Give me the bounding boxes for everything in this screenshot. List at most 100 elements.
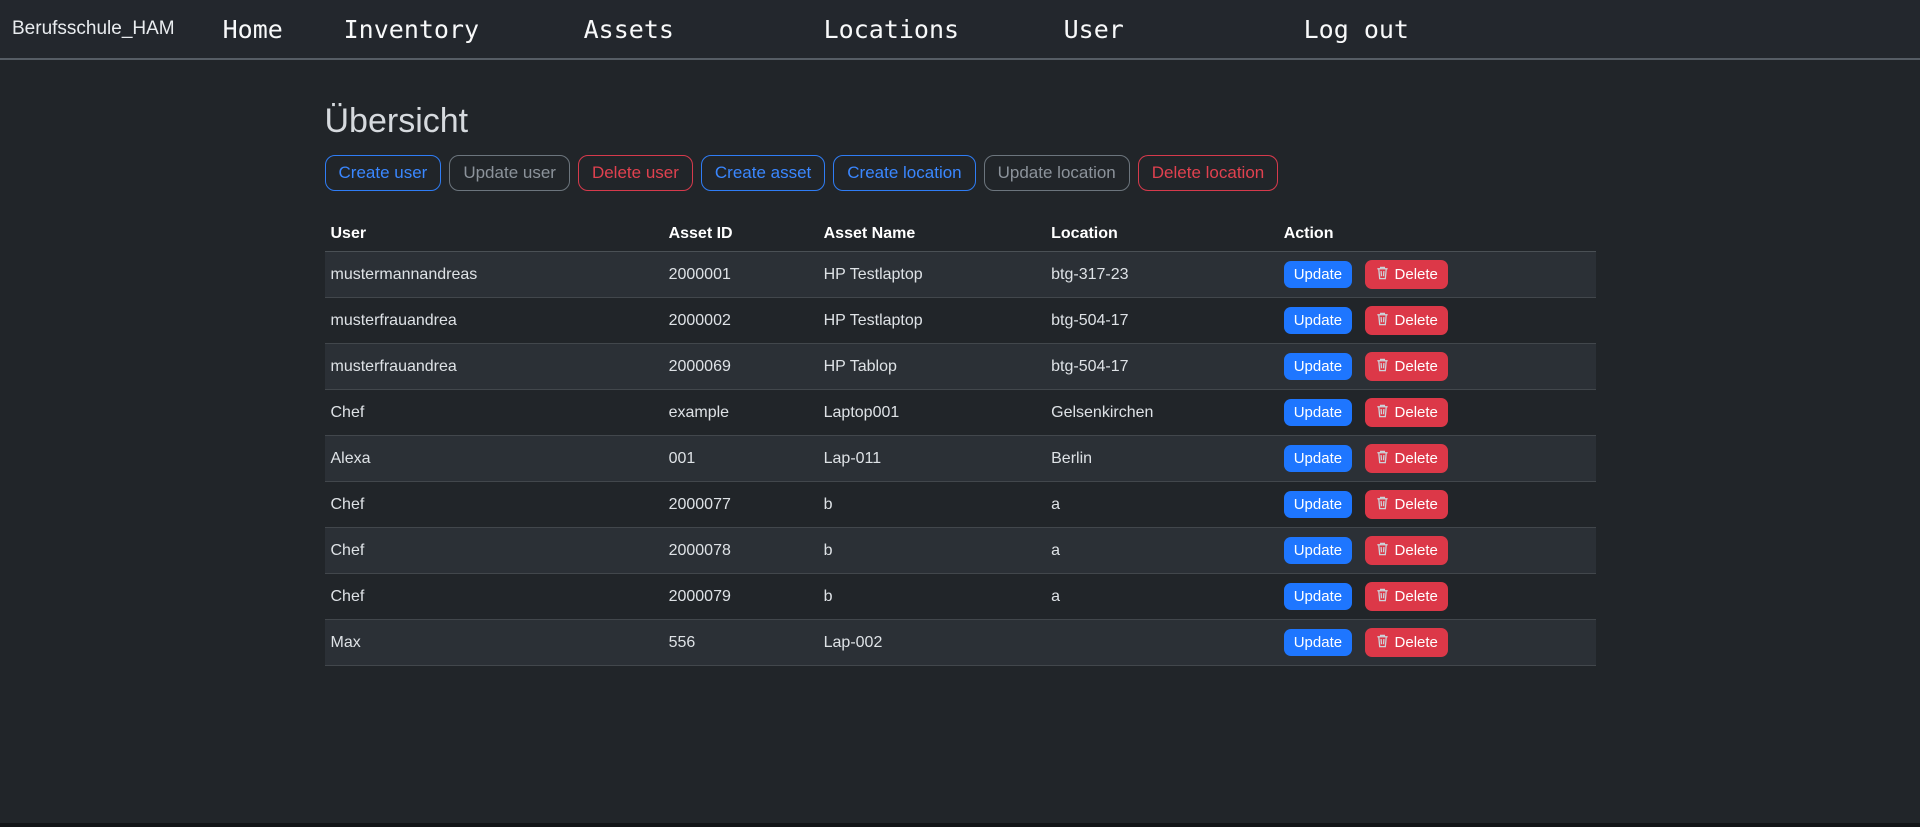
table-header-cell: User (325, 219, 663, 252)
table-row: Alexa 001 Lap-011 Berlin Update (325, 436, 1596, 482)
cell-asset-id: 2000069 (663, 344, 818, 390)
update-button[interactable]: Update (1284, 491, 1352, 518)
cell-asset-id: 2000001 (663, 252, 818, 298)
delete-button-label: Delete (1395, 496, 1438, 513)
cell-action: Update Delete (1278, 390, 1596, 436)
cell-user: Alexa (325, 436, 663, 482)
cell-action: Update Delete (1278, 574, 1596, 620)
cell-user: Chef (325, 528, 663, 574)
nav-item: Inventory (344, 15, 584, 44)
cell-asset-name: HP Testlaptop (818, 298, 1046, 344)
cell-asset-id: 2000002 (663, 298, 818, 344)
table-header-cell: Action (1278, 219, 1596, 252)
toolbar-button[interactable]: Create asset (701, 155, 825, 191)
delete-button[interactable]: Delete (1365, 536, 1448, 565)
delete-button[interactable]: Delete (1365, 398, 1448, 427)
table-row: musterfrauandrea 2000069 HP Tablop btg-5… (325, 344, 1596, 390)
cell-asset-name: Lap-011 (818, 436, 1046, 482)
cell-asset-name: b (818, 574, 1046, 620)
delete-button[interactable]: Delete (1365, 628, 1448, 657)
delete-button[interactable]: Delete (1365, 260, 1448, 289)
cell-location: a (1045, 528, 1278, 574)
update-button[interactable]: Update (1284, 399, 1352, 426)
update-button[interactable]: Update (1284, 537, 1352, 564)
nav-link[interactable]: Home (223, 15, 283, 44)
cell-asset-id: 556 (663, 620, 818, 666)
delete-button[interactable]: Delete (1365, 352, 1448, 381)
update-button[interactable]: Update (1284, 445, 1352, 472)
cell-location: a (1045, 574, 1278, 620)
nav-item: User (1064, 15, 1304, 44)
trash-icon (1375, 587, 1390, 606)
nav-link[interactable]: Log out (1304, 15, 1409, 44)
trash-icon (1375, 265, 1390, 284)
update-button[interactable]: Update (1284, 307, 1352, 334)
table-header-cell: Asset Name (818, 219, 1046, 252)
nav-item: Home (223, 15, 344, 44)
toolbar-button[interactable]: Update location (984, 155, 1130, 191)
trash-icon (1375, 311, 1390, 330)
nav-item: Assets (584, 15, 824, 44)
table-row: mustermannandreas 2000001 HP Testlaptop … (325, 252, 1596, 298)
cell-user: Chef (325, 482, 663, 528)
toolbar-button[interactable]: Delete user (578, 155, 693, 191)
table-row: Chef example Laptop001 Gelsenkirchen Upd… (325, 390, 1596, 436)
trash-icon (1375, 495, 1390, 514)
delete-button-label: Delete (1395, 542, 1438, 559)
main-content: Übersicht Create user Update user Delete… (325, 102, 1596, 666)
nav-link[interactable]: Inventory (344, 15, 479, 44)
toolbar-button[interactable]: Create location (833, 155, 975, 191)
nav-link[interactable]: Assets (584, 15, 674, 44)
toolbar-button[interactable]: Delete location (1138, 155, 1278, 191)
delete-button-label: Delete (1395, 588, 1438, 605)
cell-asset-name: HP Testlaptop (818, 252, 1046, 298)
cell-user: musterfrauandrea (325, 344, 663, 390)
update-button[interactable]: Update (1284, 353, 1352, 380)
table-body: mustermannandreas 2000001 HP Testlaptop … (325, 252, 1596, 666)
assets-table: User Asset ID Asset Name Location Action… (325, 219, 1596, 666)
update-button[interactable]: Update (1284, 261, 1352, 288)
trash-icon (1375, 449, 1390, 468)
delete-button-label: Delete (1395, 358, 1438, 375)
cell-user: musterfrauandrea (325, 298, 663, 344)
nav-link[interactable]: Locations (824, 15, 959, 44)
cell-location: btg-504-17 (1045, 344, 1278, 390)
cell-action: Update Delete (1278, 620, 1596, 666)
page-title: Übersicht (325, 102, 1596, 141)
table-row: musterfrauandrea 2000002 HP Testlaptop b… (325, 298, 1596, 344)
nav-list: Home Inventory Assets Locations User Log… (223, 15, 1544, 44)
cell-asset-name: b (818, 482, 1046, 528)
cell-asset-name: Laptop001 (818, 390, 1046, 436)
update-button[interactable]: Update (1284, 629, 1352, 656)
delete-button[interactable]: Delete (1365, 444, 1448, 473)
nav-item: Locations (824, 15, 1064, 44)
cell-location: btg-317-23 (1045, 252, 1278, 298)
cell-action: Update Delete (1278, 482, 1596, 528)
cell-user: Max (325, 620, 663, 666)
delete-button[interactable]: Delete (1365, 490, 1448, 519)
nav-link[interactable]: User (1064, 15, 1124, 44)
navbar-brand[interactable]: Berufsschule_HAM (12, 18, 175, 40)
table-row: Max 556 Lap-002 Update (325, 620, 1596, 666)
cell-asset-name: HP Tablop (818, 344, 1046, 390)
table-row: Chef 2000079 b a Update (325, 574, 1596, 620)
table-header-cell: Asset ID (663, 219, 818, 252)
cell-user: Chef (325, 390, 663, 436)
delete-button-label: Delete (1395, 266, 1438, 283)
table-header-row: User Asset ID Asset Name Location Action (325, 219, 1596, 252)
delete-button[interactable]: Delete (1365, 582, 1448, 611)
cell-action: Update Delete (1278, 298, 1596, 344)
cell-asset-id: example (663, 390, 818, 436)
toolbar-button[interactable]: Create user (325, 155, 442, 191)
nav-item: Log out (1304, 15, 1544, 44)
cell-action: Update Delete (1278, 344, 1596, 390)
cell-action: Update Delete (1278, 436, 1596, 482)
delete-button-label: Delete (1395, 634, 1438, 651)
cell-asset-id: 001 (663, 436, 818, 482)
update-button[interactable]: Update (1284, 583, 1352, 610)
table-header-cell: Location (1045, 219, 1278, 252)
table-row: Chef 2000078 b a Update (325, 528, 1596, 574)
cell-asset-id: 2000079 (663, 574, 818, 620)
delete-button[interactable]: Delete (1365, 306, 1448, 335)
toolbar-button[interactable]: Update user (449, 155, 570, 191)
